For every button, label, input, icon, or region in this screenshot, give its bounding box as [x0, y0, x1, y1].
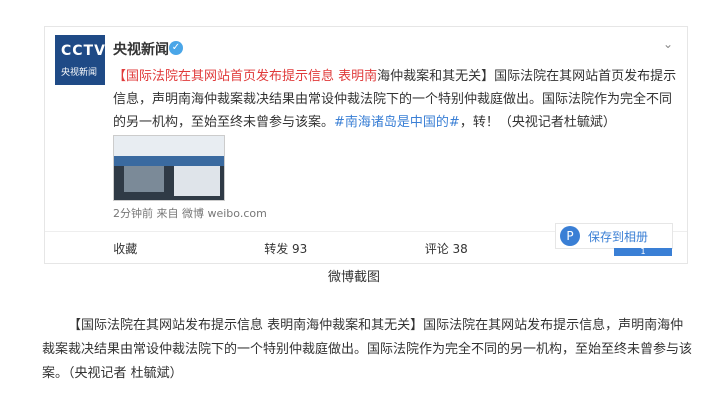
post-tail: ，转！（央视记者杜毓斌） [459, 115, 616, 130]
image-text-block [174, 166, 220, 196]
account-name[interactable]: 央视新闻 [113, 39, 169, 59]
favorite-button[interactable]: 收藏 [45, 240, 206, 257]
save-icon: P [560, 226, 580, 246]
avatar-sub: 央视新闻 [61, 68, 98, 78]
save-badge: 1 [614, 248, 672, 256]
avatar[interactable]: CCTV 央视新闻 [55, 35, 105, 85]
avatar-brand: CCTV [61, 43, 105, 59]
hashtag-link[interactable]: #南海诸岛是中国的# [334, 115, 460, 130]
repost-button[interactable]: 转发 93 [206, 240, 367, 257]
post-text: 【国际法院在其网站首页发布提示信息 表明南海仲裁案和其无关】国际法院在其网站首页… [113, 65, 679, 134]
weibo-card: CCTV 央视新闻 央视新闻 ✓ ⌄ 【国际法院在其网站首页发布提示信息 表明南… [44, 26, 688, 264]
save-to-album-button[interactable]: P 保存到相册 1 [555, 223, 673, 256]
image-banner [114, 156, 224, 166]
article-paragraph: 【国际法院在其网站发布提示信息 表明南海仲裁案和其无关】国际法院在其网站发布提示… [42, 314, 692, 386]
comment-button[interactable]: 评论 38 [366, 240, 527, 257]
chevron-down-icon[interactable]: ⌄ [663, 37, 673, 51]
image-building [124, 166, 164, 192]
image-header [114, 136, 224, 156]
image-caption: 微博截图 [327, 270, 380, 285]
verified-icon: ✓ [169, 41, 183, 55]
article-text: 【国际法院在其网站发布提示信息 表明南海仲裁案和其无关】国际法院在其网站发布提示… [42, 318, 693, 381]
post-title-link[interactable]: 【国际法院在其网站首页发布提示信息 表明南 [113, 69, 377, 84]
save-label: 保存到相册 [588, 229, 649, 244]
post-meta: 2分钟前 来自 微博 weibo.com [113, 207, 267, 220]
post-image[interactable] [113, 135, 225, 201]
